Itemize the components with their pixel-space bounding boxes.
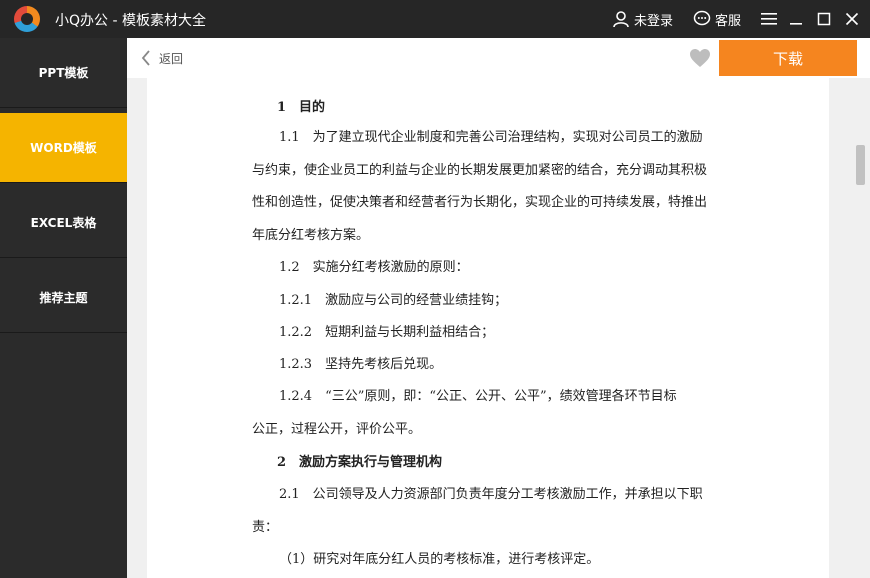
app-logo-icon [14, 6, 40, 32]
minimize-icon [790, 23, 802, 25]
doc-line: 2.1 公司领导及人力资源部门负责年度分工考核激励工作，并承担以下职 [279, 487, 703, 502]
sidebar-item-ppt[interactable]: PPT模板 [0, 38, 127, 108]
menu-button[interactable] [759, 9, 779, 29]
doc-line: 1.2 实施分红考核激励的原则： [279, 260, 469, 275]
maximize-button[interactable] [814, 9, 834, 29]
doc-line: 1.2.1 激励应与公司的经营业绩挂钩； [279, 293, 508, 308]
doc-line: 年底分红考核方案。 [252, 228, 370, 243]
close-icon [845, 12, 859, 26]
hamburger-icon [761, 13, 777, 25]
download-button[interactable]: 下载 [719, 40, 857, 76]
sidebar-item-label: 推荐主题 [39, 291, 88, 305]
doc-line: 1.2.3 坚持先考核后兑现。 [279, 357, 443, 372]
user-icon [613, 11, 629, 28]
sidebar-item-label: WORD模板 [30, 141, 97, 155]
favorite-button[interactable] [689, 48, 711, 68]
maximize-icon [817, 12, 831, 26]
main-panel: 返回 下载 1 目的 1.1 为了建立现代企业制度和完善公司治理结构，实现对公司… [127, 38, 870, 578]
scrollbar[interactable] [851, 78, 870, 578]
service-label: 客服 [715, 13, 742, 29]
customer-service-button[interactable]: 客服 [693, 8, 741, 30]
close-button[interactable] [842, 9, 862, 29]
doc-heading: 1 目的 [277, 100, 326, 115]
preview-toolbar: 返回 下载 [127, 38, 870, 78]
doc-line: 1.2.2 短期利益与长期利益相结合； [279, 325, 495, 340]
sidebar-item-label: PPT模板 [38, 66, 89, 80]
doc-line: 公正，过程公开，评价公平。 [252, 422, 422, 437]
back-label: 返回 [159, 51, 184, 66]
back-button[interactable]: 返回 [141, 48, 183, 68]
doc-line: 与约束，使企业员工的利益与企业的长期发展更加紧密的结合，充分调动其积极 [252, 163, 708, 178]
title-bar: 小Q办公 - 模板素材大全 未登录 客服 [0, 0, 870, 38]
document-preview: 1 目的 1.1 为了建立现代企业制度和完善公司治理结构，实现对公司员工的激励 … [147, 78, 829, 578]
doc-line: 1.2.4 “三公”原则，即：“公正、公开、公平”，绩效管理各环节目标 [279, 389, 677, 404]
sidebar-item-word[interactable]: WORD模板 [0, 113, 127, 183]
login-button[interactable]: 未登录 [612, 8, 673, 30]
login-label: 未登录 [634, 13, 674, 29]
doc-line: 1.1 为了建立现代企业制度和完善公司治理结构，实现对公司员工的激励 [279, 130, 703, 145]
doc-line: （1）研究对年底分红人员的考核标准，进行考核评定。 [279, 552, 600, 567]
minimize-button[interactable] [786, 9, 806, 29]
app-title: 小Q办公 - 模板素材大全 [55, 13, 206, 29]
doc-line: 性和创造性，促使决策者和经营者行为长期化，实现企业的可持续发展，特推出 [252, 195, 708, 210]
chat-bubble-icon [693, 10, 711, 26]
doc-line: 责： [252, 520, 279, 535]
sidebar: PPT模板 WORD模板 EXCEL表格 推荐主题 [0, 38, 127, 578]
sidebar-item-label: EXCEL表格 [30, 216, 97, 230]
doc-heading: 2 激励方案执行与管理机构 [277, 455, 443, 470]
scrollbar-thumb[interactable] [856, 145, 865, 185]
sidebar-item-themes[interactable]: 推荐主题 [0, 263, 127, 333]
chevron-left-icon [141, 50, 150, 66]
sidebar-item-excel[interactable]: EXCEL表格 [0, 188, 127, 258]
heart-icon [690, 49, 710, 67]
